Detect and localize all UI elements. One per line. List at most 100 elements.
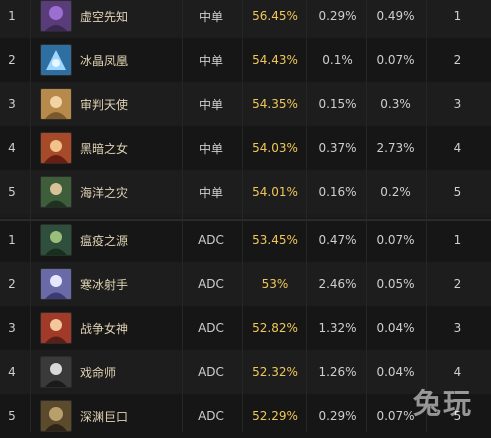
pick-rate-cell: 0.16%: [318, 185, 357, 199]
role-cell: 中单: [198, 53, 223, 68]
champion-avatar: [40, 224, 72, 256]
champion-name: 深渊巨口: [80, 409, 129, 424]
group-divider: [0, 219, 491, 221]
champion-name: 寒冰射手: [80, 277, 129, 292]
champion-avatar: [40, 44, 72, 76]
champion-cell: 审判天使: [36, 82, 176, 126]
rank-cell: 2: [8, 53, 16, 67]
champion-avatar: [40, 88, 72, 120]
champion-avatar: [40, 176, 72, 208]
pick-rate-cell: 0.1%: [322, 53, 353, 67]
role-cell: 中单: [198, 141, 223, 156]
pick-rate-cell: 0.15%: [318, 97, 357, 111]
pick-rate-cell: 0.29%: [318, 9, 357, 23]
rank-cell: 5: [8, 409, 16, 423]
champion-avatar: [40, 312, 72, 344]
role-cell: 中单: [198, 97, 223, 112]
role-cell: ADC: [198, 365, 224, 379]
champion-cell: 寒冰射手: [36, 262, 176, 306]
win-rate-cell: 53.45%: [252, 233, 298, 247]
pick-rate-cell: 0.29%: [318, 409, 357, 423]
champion-name: 海洋之灾: [80, 185, 129, 200]
rank2-cell: 2: [453, 277, 462, 291]
rank2-cell: 2: [453, 53, 462, 67]
table-row[interactable]: 5 海洋之灾 中单 54.01% 0.16% 0.2% 5: [0, 170, 491, 214]
table-row[interactable]: 1 瘟疫之源 ADC 53.45% 0.47% 0.07% 1: [0, 218, 491, 262]
champion-avatar: [40, 356, 72, 388]
champion-cell: 戏命师: [36, 350, 176, 394]
ban-rate-cell: 0.05%: [376, 277, 415, 291]
ban-rate-cell: 0.04%: [376, 321, 415, 335]
role-cell: ADC: [198, 321, 224, 335]
win-rate-cell: 52.82%: [252, 321, 298, 335]
column-divider: [242, 0, 243, 432]
win-rate-cell: 52.29%: [252, 409, 298, 423]
champion-avatar: [40, 0, 72, 32]
rank-cell: 3: [8, 97, 16, 111]
champion-avatar: [40, 268, 72, 300]
win-rate-cell: 52.32%: [252, 365, 298, 379]
column-divider: [182, 0, 183, 432]
pick-rate-cell: 1.26%: [318, 365, 357, 379]
win-rate-cell: 54.03%: [252, 141, 298, 155]
rank-cell: 3: [8, 321, 16, 335]
rank2-cell: 3: [453, 321, 462, 335]
role-cell: ADC: [198, 277, 224, 291]
win-rate-cell: 54.35%: [252, 97, 298, 111]
table-row[interactable]: 2 冰晶凤凰 中单 54.43% 0.1% 0.07% 2: [0, 38, 491, 82]
champion-cell: 战争女神: [36, 306, 176, 350]
ban-rate-cell: 0.2%: [380, 185, 411, 199]
table-row[interactable]: 4 黑暗之女 中单 54.03% 0.37% 2.73% 4: [0, 126, 491, 170]
champion-name: 冰晶凤凰: [80, 53, 129, 68]
rank-cell: 1: [8, 9, 16, 23]
role-cell: 中单: [198, 185, 223, 200]
champion-cell: 深渊巨口: [36, 394, 176, 438]
champion-cell: 冰晶凤凰: [36, 38, 176, 82]
rank2-cell: 3: [453, 97, 462, 111]
rank2-cell: 4: [453, 141, 462, 155]
rank-cell: 1: [8, 233, 16, 247]
ban-rate-cell: 2.73%: [376, 141, 415, 155]
table-row[interactable]: 1 虚空先知 中单 56.45% 0.29% 0.49% 1: [0, 0, 491, 38]
rank-cell: 2: [8, 277, 16, 291]
ban-rate-cell: 0.07%: [376, 53, 415, 67]
column-divider: [30, 0, 31, 432]
win-rate-cell: 54.43%: [252, 53, 298, 67]
win-rate-cell: 56.45%: [252, 9, 298, 23]
champion-avatar: [40, 132, 72, 164]
role-cell: 中单: [198, 9, 223, 24]
champion-stats-table: 1 虚空先知 中单 56.45% 0.29% 0.49% 1 2 冰晶凤凰 中单…: [0, 0, 491, 438]
champion-cell: 黑暗之女: [36, 126, 176, 170]
column-divider: [306, 0, 307, 432]
champion-avatar: [40, 400, 72, 432]
pick-rate-cell: 1.32%: [318, 321, 357, 335]
champion-name: 黑暗之女: [80, 141, 129, 156]
ban-rate-cell: 0.07%: [376, 233, 415, 247]
ban-rate-cell: 0.49%: [376, 9, 415, 23]
pick-rate-cell: 2.46%: [318, 277, 357, 291]
rank-cell: 4: [8, 365, 16, 379]
champion-name: 瘟疫之源: [80, 233, 129, 248]
champion-cell: 海洋之灾: [36, 170, 176, 214]
rank2-cell: 1: [453, 9, 462, 23]
champion-name: 虚空先知: [80, 9, 129, 24]
rank-cell: 5: [8, 185, 16, 199]
role-cell: ADC: [198, 409, 224, 423]
table-row[interactable]: 2 寒冰射手 ADC 53% 2.46% 0.05% 2: [0, 262, 491, 306]
champion-cell: 瘟疫之源: [36, 218, 176, 262]
champion-name: 戏命师: [80, 365, 117, 380]
champion-name: 审判天使: [80, 97, 129, 112]
rank-cell: 4: [8, 141, 16, 155]
role-cell: ADC: [198, 233, 224, 247]
win-rate-cell: 53%: [261, 277, 289, 291]
column-divider: [426, 0, 427, 432]
champion-name: 战争女神: [80, 321, 129, 336]
table-row[interactable]: 3 审判天使 中单 54.35% 0.15% 0.3% 3: [0, 82, 491, 126]
pick-rate-cell: 0.47%: [318, 233, 357, 247]
rank2-cell: 1: [453, 233, 462, 247]
champion-cell: 虚空先知: [36, 0, 176, 38]
pick-rate-cell: 0.37%: [318, 141, 357, 155]
rank2-cell: 5: [453, 185, 462, 199]
win-rate-cell: 54.01%: [252, 185, 298, 199]
table-row[interactable]: 3 战争女神 ADC 52.82% 1.32% 0.04% 3: [0, 306, 491, 350]
